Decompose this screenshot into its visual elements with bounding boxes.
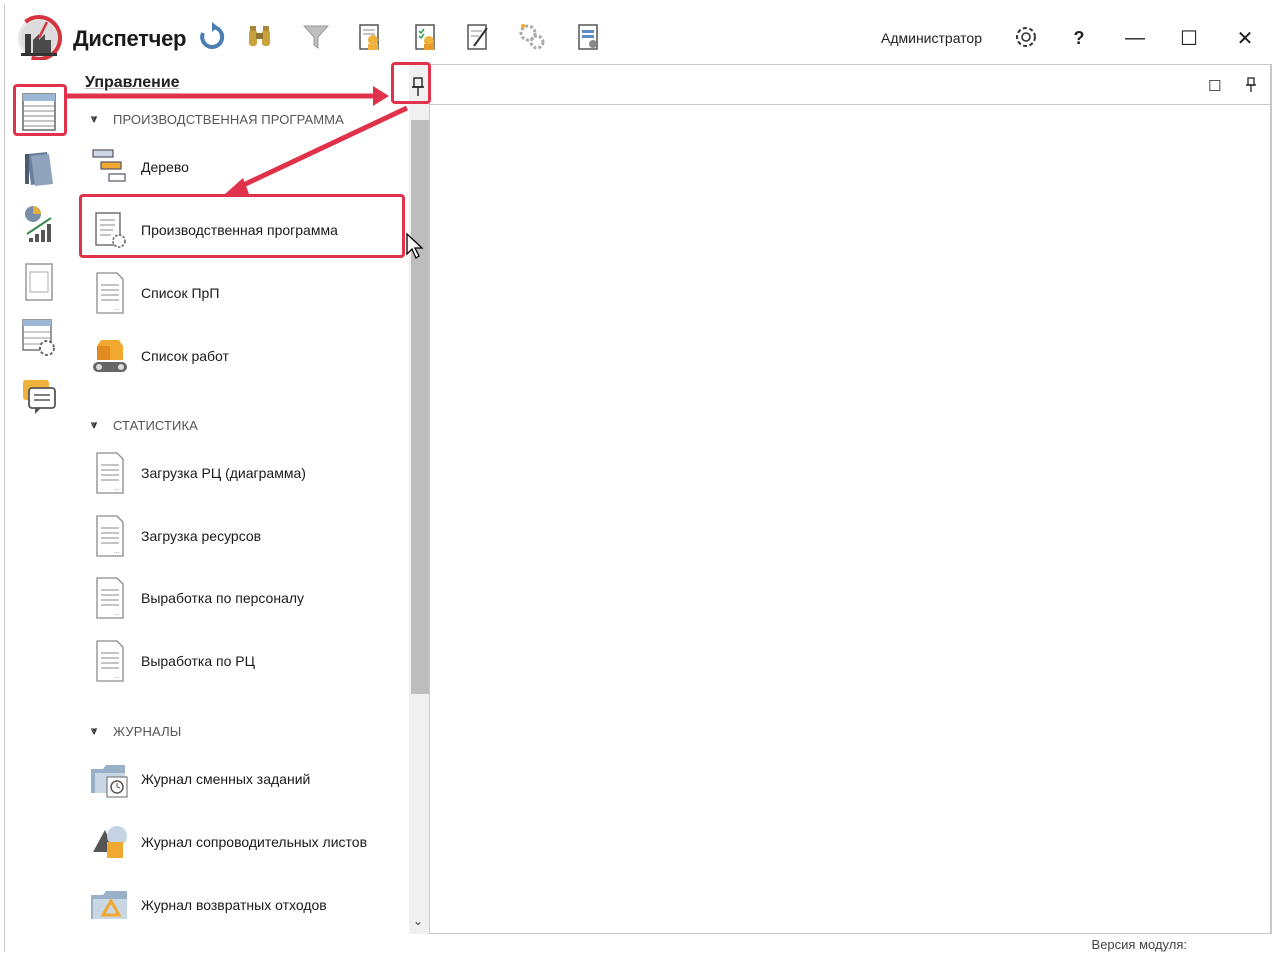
section-label: СТАТИСТИКА [113, 418, 198, 433]
current-user[interactable]: Администратор [881, 30, 982, 46]
chevron-double-down-icon: ⩔ [91, 419, 98, 431]
rail-reference[interactable] [17, 146, 61, 190]
nav-item-output-by-wc[interactable]: ... Выработка по РЦ [87, 636, 403, 686]
chat-icon [23, 380, 56, 414]
document-frame-icon [25, 263, 53, 301]
conveyor-icon [93, 340, 127, 372]
nav-item-tree[interactable]: Дерево [87, 142, 403, 192]
nav-scrollbar[interactable]: ⌄ [409, 64, 429, 934]
module-version-label: Версия модуля: [1091, 937, 1187, 952]
highlight-rail-management [13, 84, 67, 136]
nav-item-routing-journal[interactable]: Журнал сопроводительных листов [87, 817, 403, 867]
section-statistics[interactable]: ⩔ СТАТИСТИКА [91, 418, 198, 433]
section-production-program[interactable]: ⩔ ПРОИЗВОДСТВЕННАЯ ПРОГРАММА [91, 112, 344, 127]
chevron-double-down-icon: ⩔ [91, 725, 98, 737]
minimize-button[interactable]: — [1115, 18, 1155, 58]
document-icon: ... [96, 577, 124, 619]
document-icon: ... [96, 515, 124, 557]
svg-text:...: ... [114, 610, 120, 617]
document-icon: ... [96, 640, 124, 682]
analytics-icon [25, 206, 52, 242]
section-label: ЖУРНАЛЫ [113, 724, 182, 739]
nav-item-label: Загрузка ресурсов [141, 528, 262, 544]
edit-checklist-icon[interactable] [463, 22, 493, 52]
mouse-cursor-icon [406, 232, 424, 259]
app-window: Диспетчер Администратор ? — ☐ ✕ Управлен… [4, 4, 1273, 952]
help-button[interactable]: ? [1059, 18, 1099, 58]
section-journals[interactable]: ⩔ ЖУРНАЛЫ [91, 724, 181, 739]
close-button[interactable]: ✕ [1225, 18, 1265, 58]
binoculars-icon[interactable] [245, 22, 275, 52]
chevron-double-down-icon: ⩔ [91, 113, 98, 125]
maximize-button[interactable]: ☐ [1169, 18, 1209, 58]
nav-item-shift-journal[interactable]: Журнал сменных заданий [87, 754, 403, 804]
highlight-pin-button [391, 62, 431, 104]
rail-grid-settings[interactable] [17, 316, 61, 360]
nav-item-label: Список работ [141, 348, 229, 364]
nav-item-label: Журнал сменных заданий [141, 771, 311, 787]
app-logo-icon [16, 15, 62, 60]
refresh-icon[interactable] [197, 22, 227, 52]
nav-item-label: Выработка по персоналу [141, 590, 305, 606]
books-icon [25, 152, 53, 186]
rail-messages[interactable] [17, 374, 61, 418]
nav-item-label: Журнал возвратных отходов [141, 897, 327, 913]
gear-icon[interactable] [1013, 24, 1039, 50]
content-area: ☐ [429, 64, 1271, 934]
scroll-down-icon[interactable]: ⌄ [413, 914, 423, 928]
svg-text:...: ... [114, 305, 120, 312]
content-header: ☐ [430, 65, 1270, 105]
nav-item-wc-load-chart[interactable]: ... Загрузка РЦ (диаграмма) [87, 448, 403, 498]
tree-icon [92, 149, 126, 182]
svg-text:...: ... [114, 485, 120, 492]
grid-settings-icon [22, 319, 55, 356]
document-icon: ... [96, 272, 124, 314]
document-gear-icon[interactable] [573, 22, 603, 52]
nav-title: Управление [85, 74, 180, 91]
status-bar: Версия модуля: [5, 934, 1273, 952]
section-label: ПРОИЗВОДСТВЕННАЯ ПРОГРАММА [113, 112, 344, 127]
nav-item-label: Загрузка РЦ (диаграмма) [141, 465, 306, 481]
nav-item-label: Выработка по РЦ [141, 653, 255, 669]
module-rail [5, 64, 77, 952]
nav-item-label: Дерево [141, 159, 189, 175]
app-title: Диспетчер [73, 26, 187, 51]
nav-item-output-by-staff[interactable]: ... Выработка по персоналу [87, 573, 403, 623]
svg-text:...: ... [114, 673, 120, 680]
document-icon: ... [96, 452, 124, 494]
nav-item-prp-list[interactable]: ... Список ПрП [87, 268, 403, 318]
worker-checklist-icon[interactable] [411, 22, 441, 52]
restore-panel-button[interactable]: ☐ [1208, 77, 1221, 95]
rail-analytics[interactable] [17, 202, 61, 246]
nav-item-label: Список ПрП [141, 285, 220, 301]
rail-documents[interactable] [17, 260, 61, 304]
title-bar: Диспетчер Администратор ? — ☐ ✕ [5, 4, 1273, 64]
svg-text:...: ... [114, 548, 120, 555]
highlight-production-program [79, 194, 405, 258]
nav-item-resource-load[interactable]: ... Загрузка ресурсов [87, 511, 403, 561]
worker-report-icon[interactable] [355, 22, 385, 52]
filter-icon[interactable] [301, 22, 331, 52]
nav-item-work-list[interactable]: Список работ [87, 331, 403, 381]
pin-content-button[interactable] [1246, 77, 1256, 96]
nav-item-waste-journal[interactable]: Журнал возвратных отходов [87, 880, 403, 930]
nav-item-label: Журнал сопроводительных листов [141, 834, 368, 850]
recycle-folder-icon [91, 891, 127, 919]
shapes-icon [93, 826, 127, 858]
scroll-thumb[interactable] [411, 120, 429, 694]
pin-icon [1246, 77, 1256, 92]
folder-clock-icon [91, 765, 128, 798]
settings-gears-icon[interactable] [517, 22, 547, 52]
